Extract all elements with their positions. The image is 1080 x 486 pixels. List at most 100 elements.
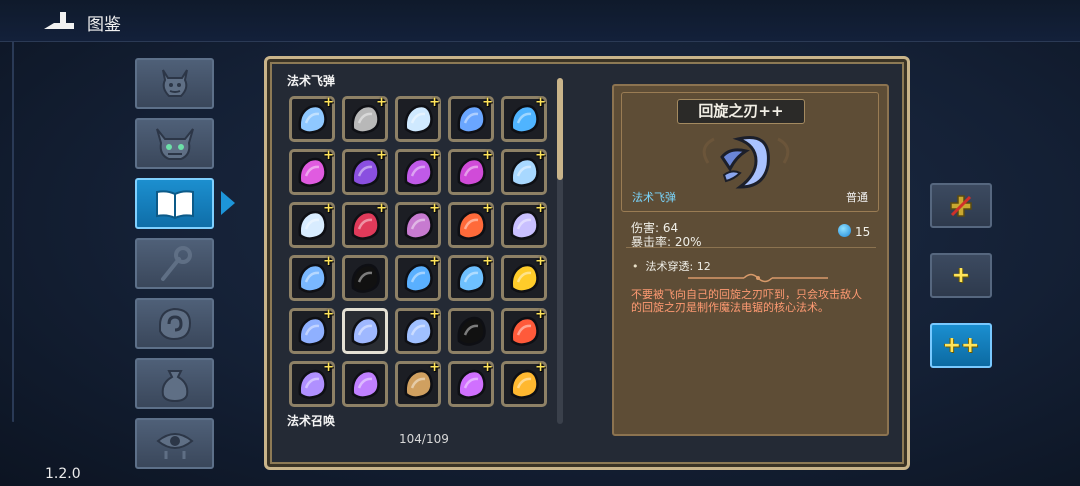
upgrade-plus-icon: + [376, 95, 387, 110]
upgrade-plus-icon: + [376, 148, 387, 163]
grid-scrollbar[interactable] [557, 78, 563, 424]
upgrade-plus-icon: + [429, 148, 440, 163]
upgrade-plus-icon: + [535, 360, 546, 375]
boomerang-blade-icon [351, 316, 380, 346]
upgrade-plus-icon: + [323, 254, 334, 269]
spell-slot[interactable]: + [289, 202, 335, 248]
upgrade-plus-icon: + [482, 95, 493, 110]
pouch-icon [161, 369, 188, 402]
spell-slot[interactable] [448, 308, 494, 354]
upgrade-plus-icon: + [482, 254, 493, 269]
upgrade-plus-icon: + [429, 307, 440, 322]
spell-rarity: 普通 [846, 191, 868, 204]
category-tab-bosses[interactable] [135, 118, 214, 169]
spell-slot[interactable] [342, 361, 388, 407]
upgrade-plus-icon: + [323, 95, 334, 110]
upgrade-plus-icon: + [429, 360, 440, 375]
spell-slot[interactable]: + [289, 96, 335, 142]
spell-slot[interactable]: + [395, 202, 441, 248]
spell-slot[interactable]: + [289, 308, 335, 354]
category-tab-spells[interactable] [135, 178, 214, 229]
spell-slot[interactable]: + [342, 202, 388, 248]
upgrade-plus-icon: + [323, 360, 334, 375]
hex-star-icon [351, 369, 380, 399]
spell-slot[interactable]: + [448, 96, 494, 142]
scroll-thumb[interactable] [557, 78, 563, 180]
spell-description: 不要被飞向自己的回旋之刃吓到，只会攻击敌人的回旋之刃是制作魔法电锯的核心法术。 [631, 288, 862, 314]
active-category-arrow-icon [221, 191, 235, 215]
spell-slot[interactable]: + [395, 255, 441, 301]
spell-slot[interactable]: + [395, 308, 441, 354]
spell-slot[interactable]: + [448, 149, 494, 195]
upgrade-level-2-button[interactable]: ++ [930, 323, 992, 368]
spell-slot[interactable]: + [501, 149, 547, 195]
upgrade-plus-icon: + [482, 360, 493, 375]
spell-slot[interactable]: + [448, 202, 494, 248]
top-bar: 图鉴 [0, 0, 1080, 42]
upgrade-level-1-button[interactable]: + [930, 253, 992, 298]
upgrade-level-0-button[interactable] [930, 183, 992, 228]
category-tab-creatures[interactable] [135, 58, 214, 109]
mana-icon [838, 224, 851, 237]
boomerang-blade-portrait-icon [702, 136, 790, 189]
stats-divider [626, 247, 876, 248]
spell-slot[interactable]: + [289, 361, 335, 407]
shadow-creature-icon [351, 263, 380, 293]
upgrade-plus-icon: + [429, 95, 440, 110]
upgrade-plus-icon: + [482, 148, 493, 163]
collection-counter: 104/109 [399, 432, 449, 446]
upgrade-plus-icon: + [323, 148, 334, 163]
spell-slot[interactable]: + [501, 361, 547, 407]
horned-demon-icon [155, 127, 194, 160]
section-label-missiles: 法术飞弹 [287, 74, 336, 88]
spell-rune-hand-icon [158, 307, 191, 340]
upgrade-plus-icon: + [482, 201, 493, 216]
back-button[interactable] [40, 9, 78, 33]
spell-slot[interactable]: + [501, 255, 547, 301]
spell-slot[interactable]: + [342, 96, 388, 142]
magic-staff-icon [160, 245, 192, 281]
upgrade-plus-icon: + [535, 148, 546, 163]
category-tab-runes[interactable] [135, 298, 214, 349]
page-title: 图鉴 [87, 15, 121, 35]
ornament-divider-icon [688, 273, 828, 283]
spell-slot[interactable]: + [501, 202, 547, 248]
upgrade-plus-icon: + [535, 95, 546, 110]
upgrade-plus-icon: + [535, 201, 546, 216]
upgrade-plus-icon: + [429, 201, 440, 216]
mana-cost: 15 [855, 225, 871, 239]
imp-face-icon [161, 68, 188, 97]
upgrade-plus-icon: + [376, 201, 387, 216]
single-plus-icon: + [951, 262, 971, 288]
spell-name: 回旋之刃++ [677, 99, 805, 124]
open-book-icon [155, 189, 194, 219]
spell-slot[interactable]: + [448, 361, 494, 407]
crying-eye-icon [155, 432, 194, 459]
spell-slot[interactable]: + [501, 308, 547, 354]
section-label-summons: 法术召唤 [287, 414, 336, 428]
spell-slot[interactable]: + [395, 96, 441, 142]
spell-slot[interactable]: + [501, 96, 547, 142]
spell-slot[interactable]: + [448, 255, 494, 301]
no-upgrade-icon [950, 194, 972, 217]
upgrade-plus-icon: + [323, 201, 334, 216]
back-arrow-icon [44, 12, 74, 29]
version-label: 1.2.0 [45, 466, 81, 482]
spell-slot[interactable]: + [395, 149, 441, 195]
category-tab-curses[interactable] [135, 418, 214, 469]
spell-type: 法术飞弹 [632, 191, 676, 204]
left-edge-decoration [0, 42, 14, 422]
shadow-blob-icon [457, 316, 486, 346]
spell-slot[interactable]: + [395, 361, 441, 407]
spell-slot[interactable] [342, 255, 388, 301]
category-tab-staffs[interactable] [135, 238, 214, 289]
spell-slot[interactable]: + [342, 149, 388, 195]
double-plus-icon: ++ [942, 332, 980, 358]
upgrade-plus-icon: + [535, 307, 546, 322]
spell-slot[interactable]: + [289, 149, 335, 195]
spell-slot[interactable] [342, 308, 388, 354]
upgrade-plus-icon: + [323, 307, 334, 322]
spell-slot[interactable]: + [289, 255, 335, 301]
upgrade-plus-icon: + [429, 254, 440, 269]
category-tab-items[interactable] [135, 358, 214, 409]
